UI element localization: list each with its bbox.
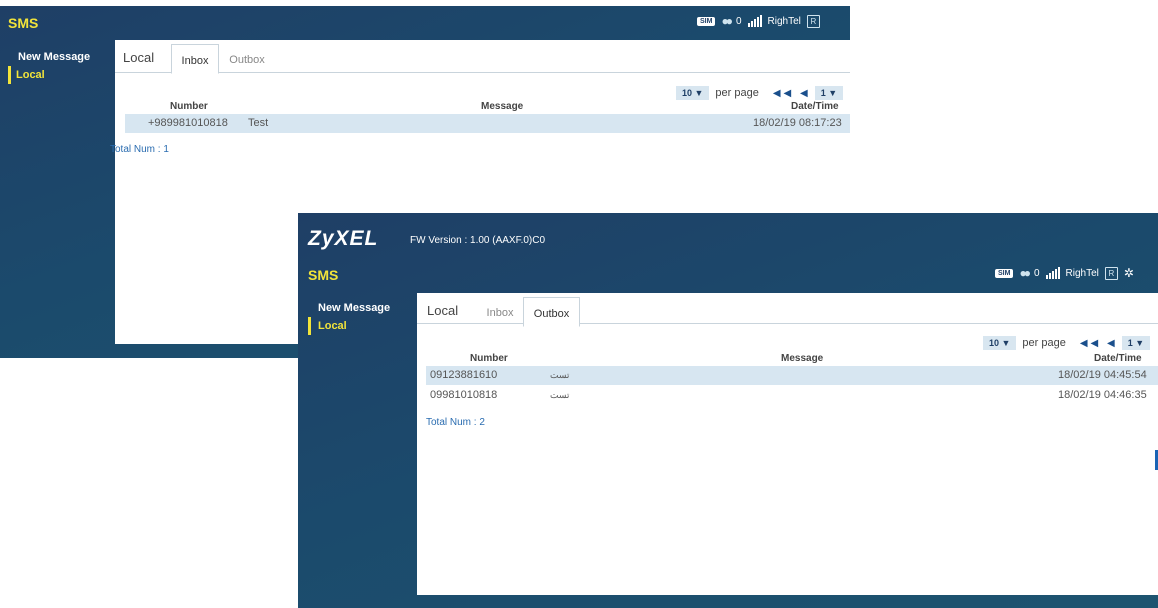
signal-icon [1045, 267, 1060, 279]
sim-icon: SIM [995, 268, 1014, 278]
row-datetime: 18/02/19 04:46:35 [1058, 389, 1147, 401]
table-row[interactable]: 09981010818 تست 18/02/19 04:46:35 [426, 386, 1158, 405]
per-page-select[interactable]: 10 ▼ [676, 86, 710, 100]
tab-inbox[interactable]: Inbox [475, 297, 525, 325]
column-message: Message [781, 353, 824, 364]
column-datetime: Date/Time [1094, 353, 1142, 364]
first-prev-page-icon[interactable]: ◀◀ ◀ [773, 88, 811, 99]
per-page-label: per page [715, 87, 759, 99]
roaming-icon: R [1104, 266, 1118, 280]
pagination: 10 ▼ per page ◀◀ ◀ 1 ▼ [676, 86, 844, 100]
nav-new-message[interactable]: New Message [308, 299, 416, 317]
status-bar: SIM ●● 0 RighTel R ✲ [995, 266, 1134, 280]
network-icon: ✲ [1123, 266, 1134, 280]
nav-new-message[interactable]: New Message [8, 48, 114, 66]
message-count: 0 [1033, 267, 1040, 279]
tab-bar: Local Inbox Outbox [417, 293, 1158, 327]
total-count: Total Num : 2 [426, 417, 485, 428]
total-count: Total Num : 1 [110, 144, 169, 155]
message-icon: ●● [721, 14, 732, 28]
row-message: تست [550, 370, 570, 380]
carrier-name: RighTel [1065, 267, 1099, 279]
row-number: +989981010818 [148, 117, 228, 129]
tab-outbox[interactable]: Outbox [523, 297, 580, 327]
message-icon: ●● [1019, 266, 1030, 280]
row-datetime: 18/02/19 08:17:23 [753, 117, 842, 129]
tab-inbox[interactable]: Inbox [171, 44, 219, 74]
carrier-name: RighTel [767, 15, 801, 27]
sms-panel: Local Inbox Outbox 10 ▼ per page ◀◀ ◀ 1 … [417, 293, 1158, 595]
row-message: Test [248, 117, 269, 129]
nav-local[interactable]: Local [308, 317, 416, 335]
row-number: 09123881610 [430, 369, 498, 381]
sms-title: SMS [308, 267, 339, 283]
tab-local-label: Local [123, 50, 155, 65]
message-count: 0 [735, 15, 742, 27]
sidebar: New Message Local [308, 299, 416, 335]
row-number: 09981010818 [430, 389, 498, 401]
fw-version: FW Version : 1.00 (AAXF.0)C0 [410, 235, 546, 246]
tab-local-label: Local [427, 303, 459, 318]
row-datetime: 18/02/19 04:45:54 [1058, 369, 1147, 381]
column-number: Number [470, 353, 508, 364]
tab-outbox[interactable]: Outbox [222, 44, 272, 72]
per-page-select[interactable]: 10 ▼ [983, 336, 1017, 350]
pagination: 10 ▼ per page ◀◀ ◀ 1 ▼ [983, 336, 1151, 350]
page-select[interactable]: 1 ▼ [814, 86, 844, 100]
sms-title: SMS [8, 15, 39, 31]
roaming-icon: R [806, 14, 820, 28]
column-message: Message [481, 101, 524, 112]
table-row[interactable]: 09123881610 تست 18/02/19 04:45:54 [426, 366, 1158, 385]
per-page-label: per page [1022, 337, 1066, 349]
column-datetime: Date/Time [791, 101, 839, 112]
status-bar: SIM ●● 0 RighTel R [697, 14, 820, 28]
zyxel-logo: ZyXEL [308, 227, 379, 250]
signal-icon [747, 15, 762, 27]
sim-icon: SIM [697, 16, 716, 26]
nav-local[interactable]: Local [8, 66, 114, 84]
sidebar: New Message Local [8, 48, 114, 84]
column-number: Number [170, 101, 208, 112]
page-select[interactable]: 1 ▼ [1121, 336, 1151, 350]
tab-bar: Local Inbox Outbox [115, 40, 850, 74]
outbox-screenshot: ZyXEL FW Version : 1.00 (AAXF.0)C0 SMS S… [298, 213, 1158, 608]
first-prev-page-icon[interactable]: ◀◀ ◀ [1080, 338, 1118, 349]
row-message: تست [550, 390, 570, 400]
table-row[interactable]: +989981010818 Test 18/02/19 08:17:23 [125, 114, 850, 133]
